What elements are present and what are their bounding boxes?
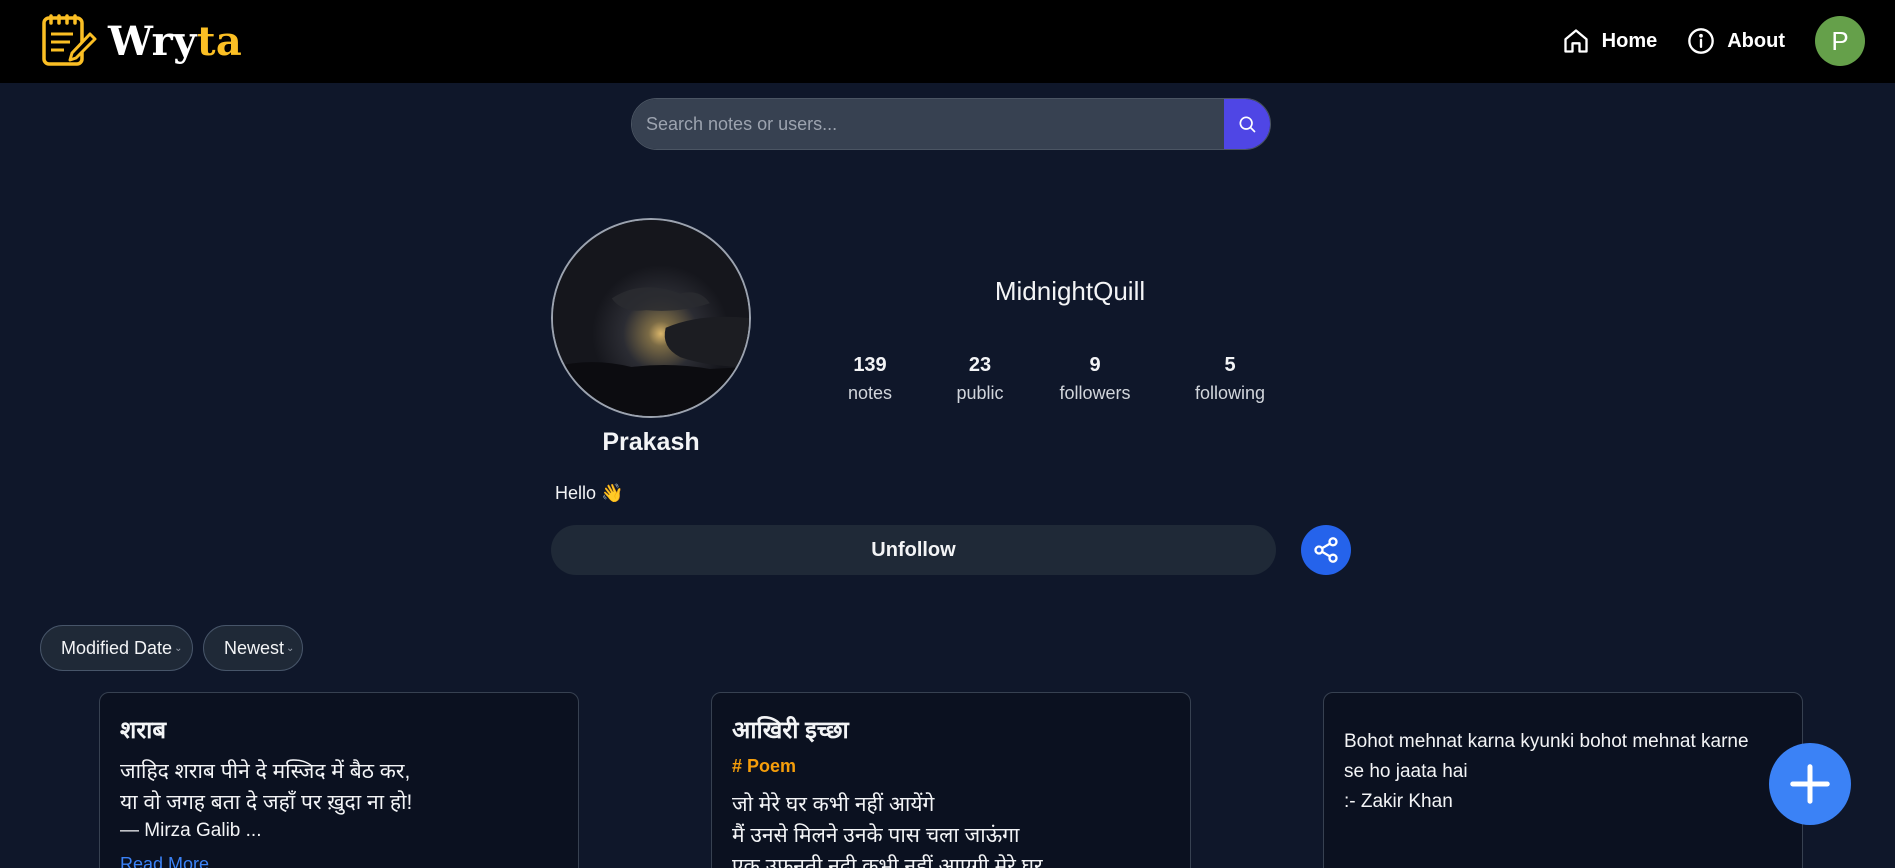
note-signature: — Mirza Galib ... [120, 820, 262, 841]
stat-value: 9 [1089, 354, 1101, 376]
sort-order-select[interactable]: Newest ⌄ [203, 625, 303, 671]
nav-home[interactable]: Home [1562, 27, 1658, 55]
note-line: या वो जगह बता दे जहाँ पर ख़ुदा ना हो! [120, 791, 413, 814]
nav-about-label: About [1727, 29, 1785, 52]
stat-label: followers [1059, 383, 1131, 403]
note-line: Bohot mehnat karna kyunki bohot mehnat k… [1344, 731, 1749, 752]
search-button[interactable] [1224, 99, 1270, 149]
brand-name: Wryta [108, 17, 243, 65]
profile-bio: Hello 👋 [555, 483, 624, 503]
profile-display-name: Prakash [602, 428, 700, 456]
main-nav: Home About P [1562, 16, 1865, 66]
note-body: जो मेरे घर कभी नहीं आयेंगे मैं उनसे मिलन… [732, 789, 1170, 868]
plus-icon [1790, 764, 1830, 804]
note-line: :- Zakir Khan [1344, 791, 1453, 812]
profile-picture [551, 218, 751, 418]
nav-about[interactable]: About [1687, 27, 1785, 55]
chevron-down-icon: ⌄ [286, 642, 295, 654]
note-line: मैं उनसे मिलने उनके पास चला जाऊंगा [732, 824, 1020, 847]
user-avatar[interactable]: P [1815, 16, 1865, 66]
top-navbar: Wryta Home About P [0, 0, 1895, 83]
note-title: आखिरी इच्छा [732, 717, 849, 744]
stat-value: 5 [1224, 354, 1236, 376]
stat-label: public [956, 383, 1004, 403]
unfollow-button[interactable]: Unfollow [551, 525, 1276, 575]
stat-value: 23 [968, 354, 992, 376]
stat-notes[interactable]: 139 notes [820, 354, 920, 404]
stat-public[interactable]: 23 public [930, 354, 1030, 404]
note-line: जो मेरे घर कभी नहीं आयेंगे [732, 793, 935, 816]
sort-field-select[interactable]: Modified Date ⌄ [40, 625, 193, 671]
home-icon [1563, 29, 1588, 53]
stat-followers[interactable]: 9 followers [1045, 354, 1145, 404]
brand[interactable]: Wryta [40, 12, 242, 70]
chevron-down-icon: ⌄ [174, 642, 183, 654]
stat-following[interactable]: 5 following [1180, 354, 1280, 404]
stat-value: 139 [853, 354, 887, 376]
search-icon [1239, 116, 1256, 133]
note-title: शराब [120, 717, 167, 744]
note-body: जाहिद शराब पीने दे मस्जिद में बैठ कर, या… [120, 756, 558, 818]
note-card[interactable]: आखिरी इच्छा # Poem जो मेरे घर कभी नहीं आ… [711, 692, 1191, 868]
notepad-pen-icon [42, 14, 97, 66]
profile-stats: 139 notes 23 public 9 followers 5 follow… [820, 354, 1300, 414]
note-card[interactable]: Bohot mehnat karna kyunki bohot mehnat k… [1323, 692, 1803, 868]
note-body: Bohot mehnat karna kyunki bohot mehnat k… [1344, 727, 1782, 817]
note-card[interactable]: शराब जाहिद शराब पीने दे मस्जिद में बैठ क… [99, 692, 579, 868]
read-more-link[interactable]: Read More [120, 854, 558, 868]
nav-home-label: Home [1601, 29, 1658, 52]
profile-username: MidnightQuill [994, 276, 1146, 306]
note-line: एक उफनती नदी कभी नहीं आएगी मेरे घर [732, 855, 1043, 868]
search-input[interactable] [632, 99, 1224, 149]
note-tag: # Poem [732, 756, 797, 776]
note-line: se ho jaata hai [1344, 761, 1468, 782]
night-sky-image [553, 220, 749, 416]
share-button[interactable] [1301, 525, 1351, 575]
add-note-button[interactable] [1769, 743, 1851, 825]
sort-field-value: Modified Date [61, 637, 173, 658]
info-icon [1688, 28, 1715, 54]
stat-label: following [1194, 383, 1266, 403]
share-icon [1314, 537, 1338, 563]
note-line: जाहिद शराब पीने दे मस्जिद में बैठ कर, [120, 760, 411, 783]
search-bar [631, 98, 1271, 150]
stat-label: notes [847, 383, 893, 403]
sort-order-value: Newest [224, 637, 285, 658]
